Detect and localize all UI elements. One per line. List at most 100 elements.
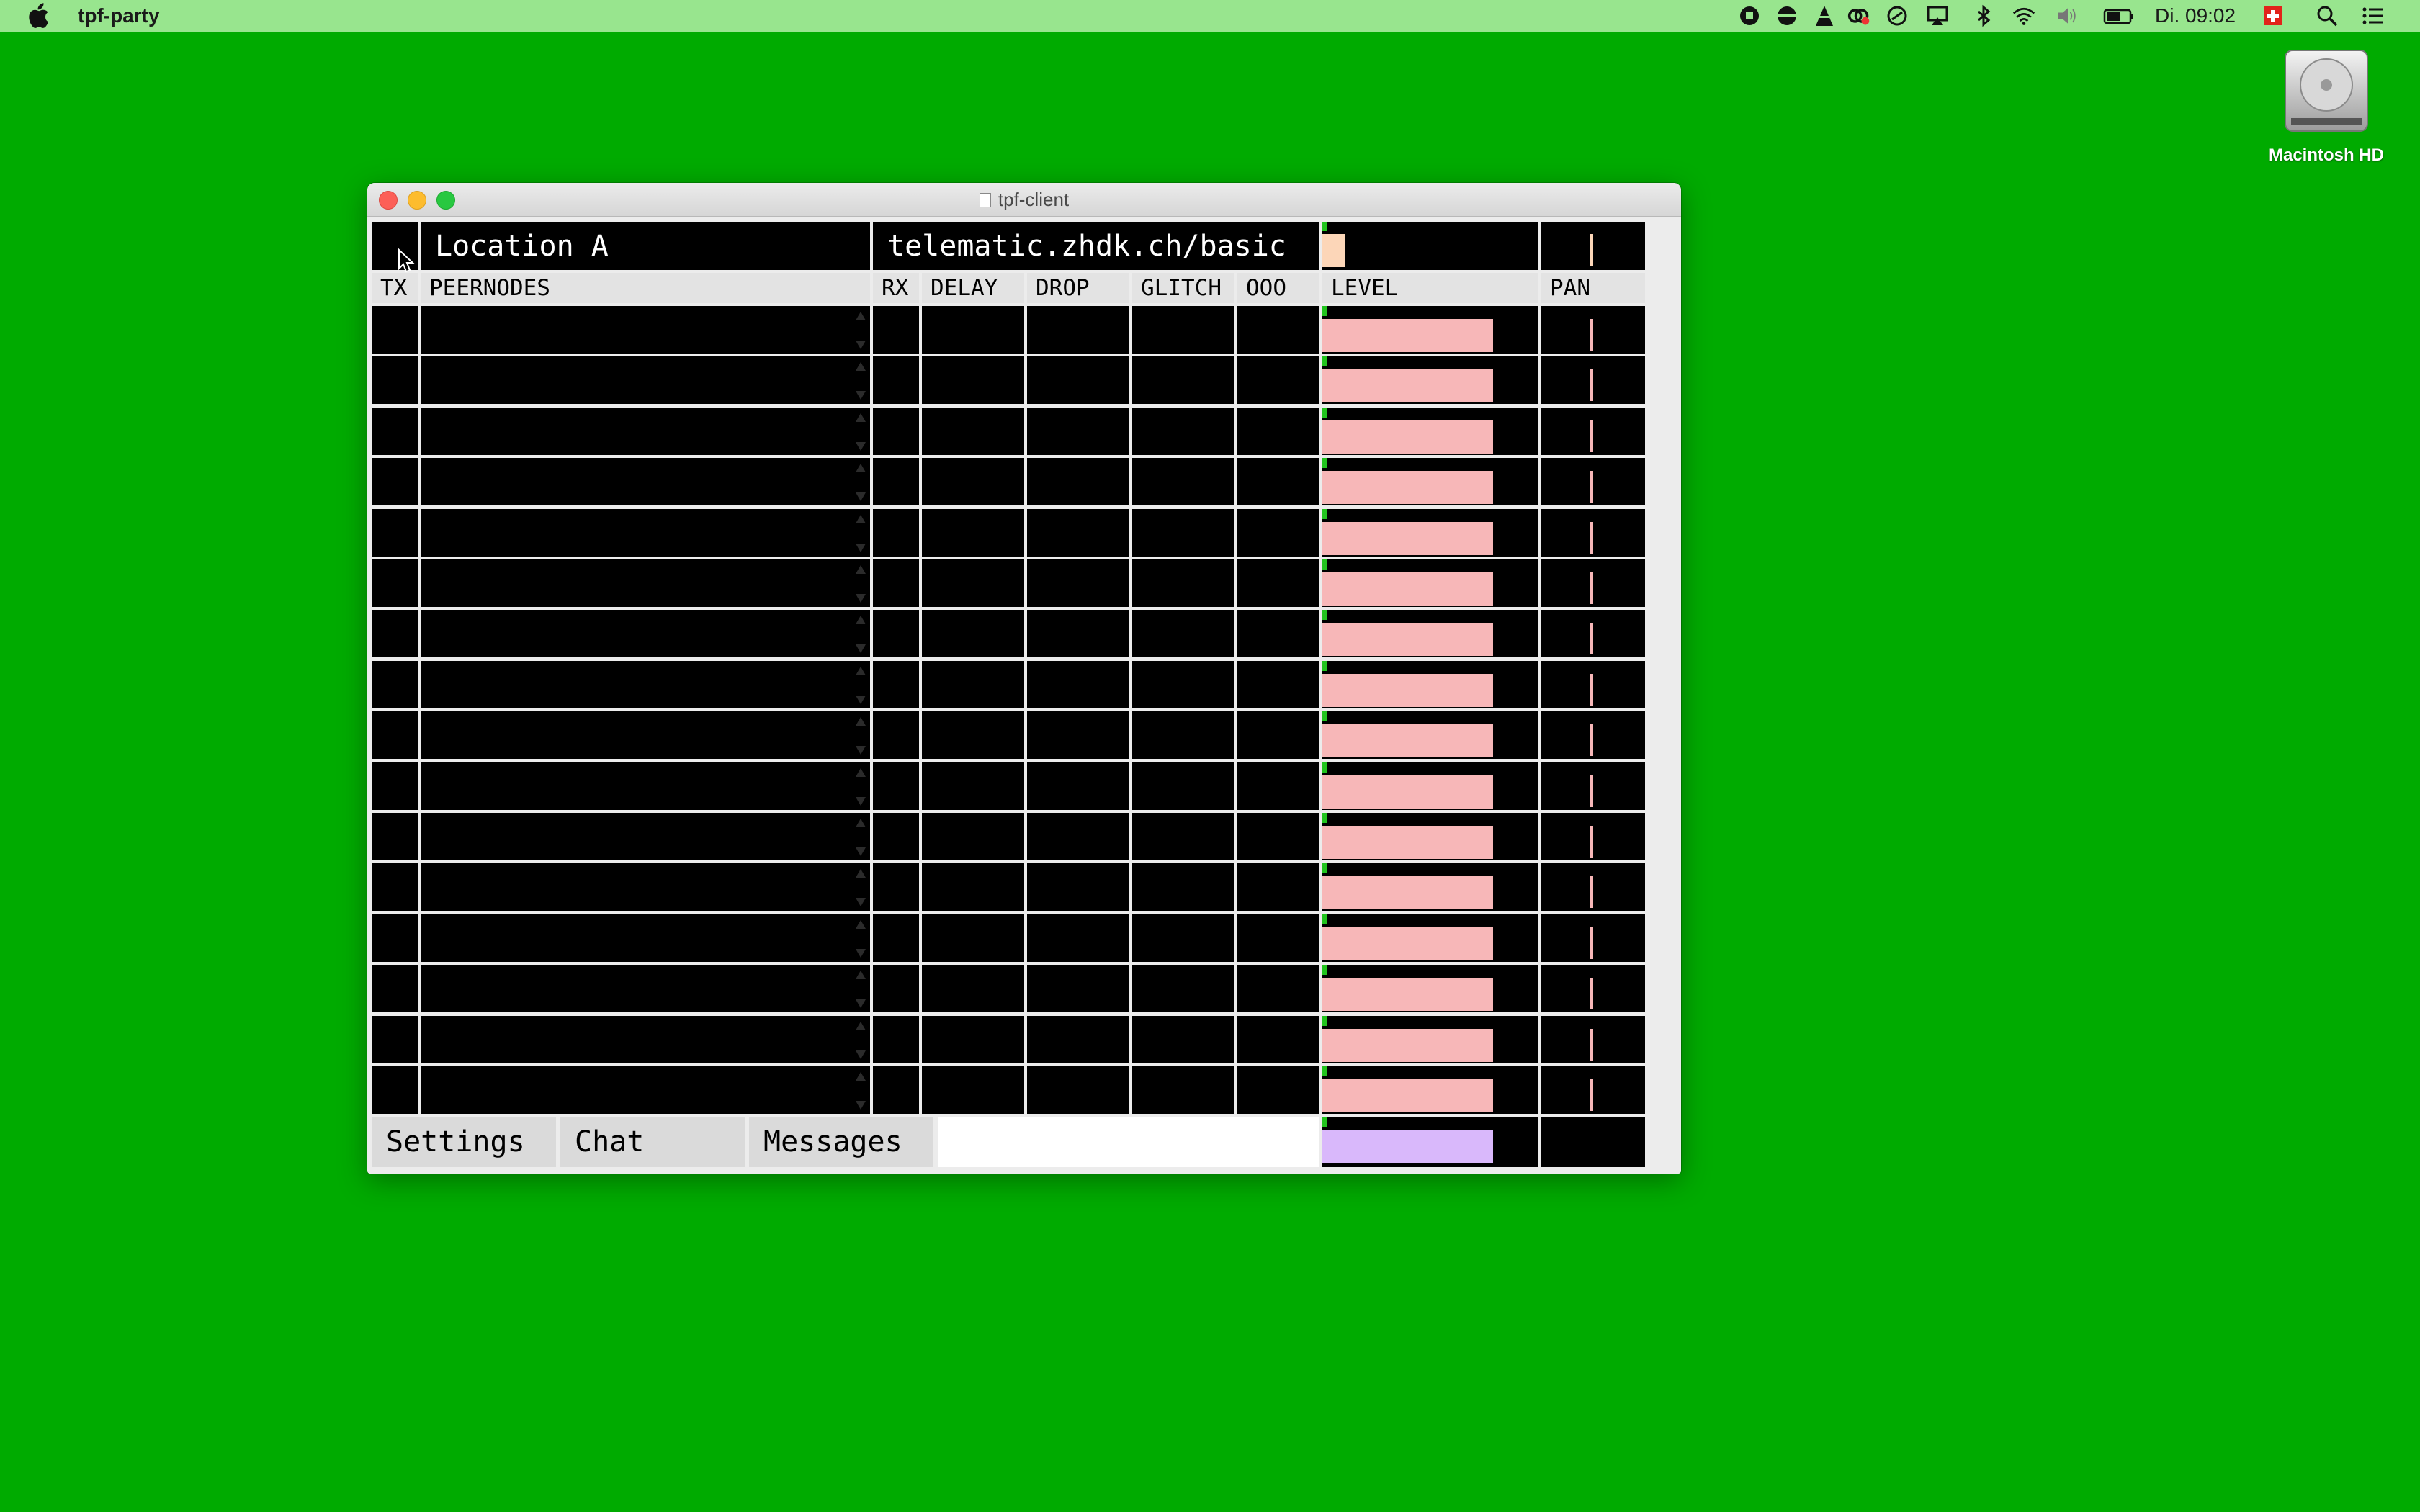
apple-menu-icon[interactable] (27, 3, 49, 29)
track-rx-toggle[interactable] (873, 863, 919, 911)
peernode-stepper-icon[interactable] (856, 362, 866, 400)
track-tx-toggle[interactable] (372, 458, 418, 505)
track-pan[interactable] (1541, 559, 1645, 607)
track-pan[interactable] (1541, 965, 1645, 1012)
track-rx-toggle[interactable] (873, 356, 919, 404)
peernode-stepper-icon[interactable] (856, 1022, 866, 1059)
track-rx-toggle[interactable] (873, 661, 919, 708)
track-tx-toggle[interactable] (372, 661, 418, 708)
track-pan[interactable] (1541, 1066, 1645, 1114)
track-rx-toggle[interactable] (873, 1066, 919, 1114)
track-tx-toggle[interactable] (372, 711, 418, 759)
track-peernode-select[interactable] (421, 762, 870, 810)
spotlight-search-icon[interactable] (2316, 4, 2339, 27)
track-pan[interactable] (1541, 306, 1645, 354)
track-pan[interactable] (1541, 509, 1645, 557)
peernode-stepper-icon[interactable] (856, 413, 866, 451)
track-tx-toggle[interactable] (372, 509, 418, 557)
battery-icon[interactable] (2103, 4, 2135, 27)
master-output-pan[interactable] (1541, 1117, 1645, 1167)
wifi-icon[interactable] (2012, 4, 2035, 27)
airplay-icon[interactable] (1926, 4, 1949, 27)
track-peernode-select[interactable] (421, 711, 870, 759)
track-peernode-select[interactable] (421, 306, 870, 354)
track-rx-toggle[interactable] (873, 458, 919, 505)
track-peernode-select[interactable] (421, 661, 870, 708)
track-tx-toggle[interactable] (372, 813, 418, 860)
sync-icon[interactable] (1886, 4, 1909, 27)
hard-drive-icon[interactable] (2280, 43, 2373, 140)
track-pan[interactable] (1541, 711, 1645, 759)
track-tx-toggle[interactable] (372, 1016, 418, 1063)
track-peernode-select[interactable] (421, 559, 870, 607)
peernode-stepper-icon[interactable] (856, 312, 866, 349)
track-rx-toggle[interactable] (873, 509, 919, 557)
peernode-stepper-icon[interactable] (856, 616, 866, 653)
swiss-flag-icon[interactable] (2262, 4, 2285, 27)
track-pan[interactable] (1541, 914, 1645, 962)
track-tx-toggle[interactable] (372, 610, 418, 657)
track-rx-toggle[interactable] (873, 813, 919, 860)
track-rx-toggle[interactable] (873, 1016, 919, 1063)
track-peernode-select[interactable] (421, 356, 870, 404)
peernode-stepper-icon[interactable] (856, 971, 866, 1008)
notification-center-icon[interactable] (2361, 4, 2384, 27)
peernode-stepper-icon[interactable] (856, 1072, 866, 1110)
peernode-stepper-icon[interactable] (856, 464, 866, 501)
track-tx-toggle[interactable] (372, 914, 418, 962)
track-rx-toggle[interactable] (873, 408, 919, 455)
track-tx-toggle[interactable] (372, 306, 418, 354)
track-tx-toggle[interactable] (372, 762, 418, 810)
peernode-stepper-icon[interactable] (856, 869, 866, 906)
track-peernode-select[interactable] (421, 914, 870, 962)
track-peernode-select[interactable] (421, 1066, 870, 1114)
track-pan[interactable] (1541, 356, 1645, 404)
menubar-clock[interactable]: Di. 09:02 (2155, 3, 2236, 29)
peernode-stepper-icon[interactable] (856, 565, 866, 603)
track-tx-toggle[interactable] (372, 965, 418, 1012)
creative-cloud-icon[interactable] (1847, 4, 1870, 27)
record-icon[interactable] (1738, 4, 1761, 27)
track-pan[interactable] (1541, 762, 1645, 810)
track-pan[interactable] (1541, 408, 1645, 455)
track-rx-toggle[interactable] (873, 762, 919, 810)
peernode-stepper-icon[interactable] (856, 819, 866, 856)
track-pan[interactable] (1541, 610, 1645, 657)
track-rx-toggle[interactable] (873, 711, 919, 759)
track-peernode-select[interactable] (421, 863, 870, 911)
track-peernode-select[interactable] (421, 1016, 870, 1063)
track-pan[interactable] (1541, 661, 1645, 708)
tab-settings[interactable]: Settings (372, 1117, 556, 1167)
track-peernode-select[interactable] (421, 965, 870, 1012)
track-peernode-select[interactable] (421, 509, 870, 557)
track-pan[interactable] (1541, 458, 1645, 505)
track-peernode-select[interactable] (421, 610, 870, 657)
track-tx-toggle[interactable] (372, 1066, 418, 1114)
track-tx-toggle[interactable] (372, 356, 418, 404)
track-peernode-select[interactable] (421, 813, 870, 860)
tab-messages[interactable]: Messages (749, 1117, 933, 1167)
tx-toggle[interactable] (372, 222, 418, 273)
server-field[interactable]: telematic.zhdk.ch/basic (873, 222, 1319, 270)
track-rx-toggle[interactable] (873, 965, 919, 1012)
track-pan[interactable] (1541, 1016, 1645, 1063)
cloud-icon[interactable] (1775, 4, 1798, 27)
track-tx-toggle[interactable] (372, 408, 418, 455)
track-tx-toggle[interactable] (372, 863, 418, 911)
track-rx-toggle[interactable] (873, 610, 919, 657)
track-rx-toggle[interactable] (873, 306, 919, 354)
window-titlebar[interactable]: tpf-client (367, 183, 1681, 217)
track-peernode-select[interactable] (421, 458, 870, 505)
peernode-stepper-icon[interactable] (856, 768, 866, 806)
track-peernode-select[interactable] (421, 408, 870, 455)
peernode-stepper-icon[interactable] (856, 515, 866, 552)
peernode-stepper-icon[interactable] (856, 667, 866, 704)
peernode-stepper-icon[interactable] (856, 717, 866, 755)
location-field[interactable]: Location A (421, 222, 870, 270)
tab-chat[interactable]: Chat (560, 1117, 745, 1167)
master-pan[interactable] (1541, 222, 1645, 270)
track-pan[interactable] (1541, 813, 1645, 860)
volume-icon[interactable] (2056, 4, 2079, 27)
track-tx-toggle[interactable] (372, 559, 418, 607)
vlc-icon[interactable] (1813, 4, 1836, 27)
